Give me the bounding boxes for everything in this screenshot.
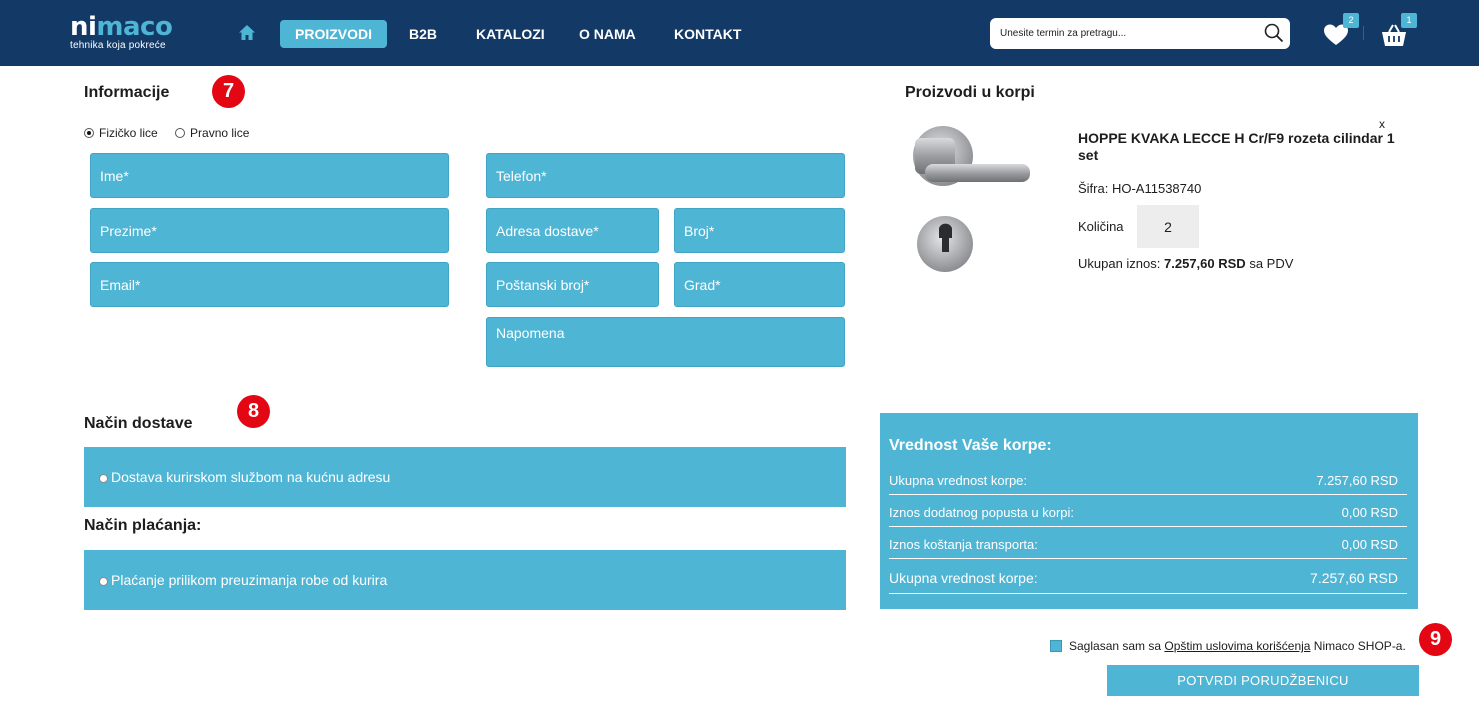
email-input[interactable] [91,263,448,306]
summary-row-value: 0,00 RSD [1341,537,1398,552]
wishlist-button[interactable]: 2 [1322,13,1359,52]
summary-title: Vrednost Vaše korpe: [889,437,1052,454]
nav-item-o-nama[interactable]: O NAMA [579,20,636,48]
info-section-title: Informacije [84,84,170,101]
product-total: Ukupan iznos: 7.257,60 RSD sa PDV [1078,256,1293,271]
first-name-input[interactable] [91,154,448,197]
email-field [90,262,449,307]
person-type-selector: Fizičko lice Pravno lice [84,126,263,140]
shipping-option-label: Dostava kurirskom službom na kućnu adres… [111,469,391,485]
summary-row-label: Ukupna vrednost korpe: [889,473,1028,488]
radio-pravno-lice-label: Pravno lice [190,126,250,140]
logo[interactable]: nimaco tehnika koja pokreće [70,12,173,52]
step-badge-7: 7 [212,75,245,108]
product-total-suffix: sa PDV [1249,256,1294,271]
radio-unchecked-icon [175,128,186,138]
summary-row-total-value: Ukupna vrednost korpe: 7.257,60 RSD [889,473,1407,495]
product-name[interactable]: HOPPE KVAKA LECCE H Cr/F9 rozeta cilinda… [1078,130,1398,164]
top-header: nimaco tehnika koja pokreće PROIZVODI B2… [0,0,1479,66]
logo-tagline: tehnika koja pokreće [70,40,166,51]
cart-summary-panel: Vrednost Vaše korpe: Ukupna vrednost kor… [880,413,1418,609]
summary-total-value: 7.257,60 RSD [1310,570,1398,586]
radio-fizicko-lice-label: Fizičko lice [99,126,158,140]
house-number-field [674,208,845,253]
product-sku-value: HO-A11538740 [1111,181,1202,196]
summary-row-value: 7.257,60 RSD [1316,473,1398,488]
postal-code-field [486,262,659,307]
summary-row-value: 0,00 RSD [1341,505,1398,520]
payment-option-cod[interactable]: Plaćanje prilikom preuzimanja robe od ku… [99,572,387,588]
summary-grand-total: Ukupna vrednost korpe: 7.257,60 RSD [889,570,1407,592]
nav-item-proizvodi[interactable]: PROIZVODI [280,20,388,48]
cart-count-badge: 1 [1401,13,1417,28]
product-total-value: 7.257,60 RSD [1164,256,1246,271]
home-icon[interactable] [238,24,256,42]
quantity-label: Količina [1078,219,1124,234]
radio-icon [99,577,108,586]
product-sku: Šifra: HO-A11538740 [1078,181,1201,196]
logo-name-part2: maco [96,12,173,42]
header-divider [1363,26,1364,40]
nav-item-kontakt[interactable]: KONTAKT [674,20,741,48]
summary-row-label: Iznos dodatnog popusta u korpi: [889,505,1075,520]
phone-field [486,153,845,198]
step-badge-9: 9 [1419,623,1452,656]
wishlist-count-badge: 2 [1343,13,1359,28]
logo-name-part1: ni [70,12,97,42]
postal-code-input[interactable] [487,263,658,306]
terms-agreement: Saglasan sam sa Opštim uslovima korišćen… [1050,639,1406,653]
payment-option-box[interactable]: Plaćanje prilikom preuzimanja robe od ku… [84,550,846,610]
product-image[interactable] [905,118,1055,278]
summary-row-discount: Iznos dodatnog popusta u korpi: 0,00 RSD [889,505,1407,527]
radio-fizicko-lice[interactable]: Fizičko lice [84,126,158,140]
terms-suffix: Nimaco SHOP-a. [1313,639,1406,653]
product-sku-label: Šifra: [1078,181,1109,196]
nav-item-b2b[interactable]: B2B [409,20,437,48]
nav-item-katalozi[interactable]: KATALOZI [476,20,545,48]
summary-row-transport: Iznos koštanja transporta: 0,00 RSD [889,537,1407,559]
search-box [990,18,1290,49]
terms-checkbox[interactable] [1050,640,1062,652]
step-badge-8: 8 [237,395,270,428]
summary-row-label: Iznos koštanja transporta: [889,537,1038,552]
payment-section-title: Način plaćanja: [84,517,202,534]
terms-link[interactable]: Opštim uslovima korišćenja [1164,639,1310,653]
summary-bottom-divider [889,593,1407,594]
phone-input[interactable] [487,154,844,197]
cart-button[interactable]: 1 [1380,13,1417,52]
search-input[interactable] [1000,18,1250,49]
address-field [486,208,659,253]
payment-option-label: Plaćanje prilikom preuzimanja robe od ku… [111,572,388,588]
radio-checked-icon [84,128,94,138]
address-input[interactable] [487,209,658,252]
first-name-field [90,153,449,198]
summary-total-label: Ukupna vrednost korpe: [889,570,1038,586]
city-input[interactable] [675,263,844,306]
city-field [674,262,845,307]
logo-wordmark: nimaco [70,12,173,42]
terms-prefix: Saglasan sam sa [1069,639,1162,653]
house-number-input[interactable] [675,209,844,252]
note-textarea[interactable] [487,318,844,366]
remove-item-button[interactable]: x [1379,117,1385,131]
radio-pravno-lice[interactable]: Pravno lice [175,126,249,140]
last-name-input[interactable] [91,209,448,252]
note-field [486,317,845,367]
product-total-label: Ukupan iznos: [1078,256,1161,271]
radio-icon [99,474,108,483]
shipping-option-box[interactable]: Dostava kurirskom službom na kućnu adres… [84,447,846,507]
shipping-option-courier[interactable]: Dostava kurirskom službom na kućnu adres… [99,469,390,485]
confirm-order-button[interactable]: POTVRDI PORUDŽBENICU [1107,665,1419,696]
search-icon[interactable] [1264,23,1284,43]
last-name-field [90,208,449,253]
cart-section-title: Proizvodi u korpi [905,84,1035,101]
shipping-section-title: Način dostave [84,415,193,432]
quantity-input[interactable] [1137,205,1199,248]
